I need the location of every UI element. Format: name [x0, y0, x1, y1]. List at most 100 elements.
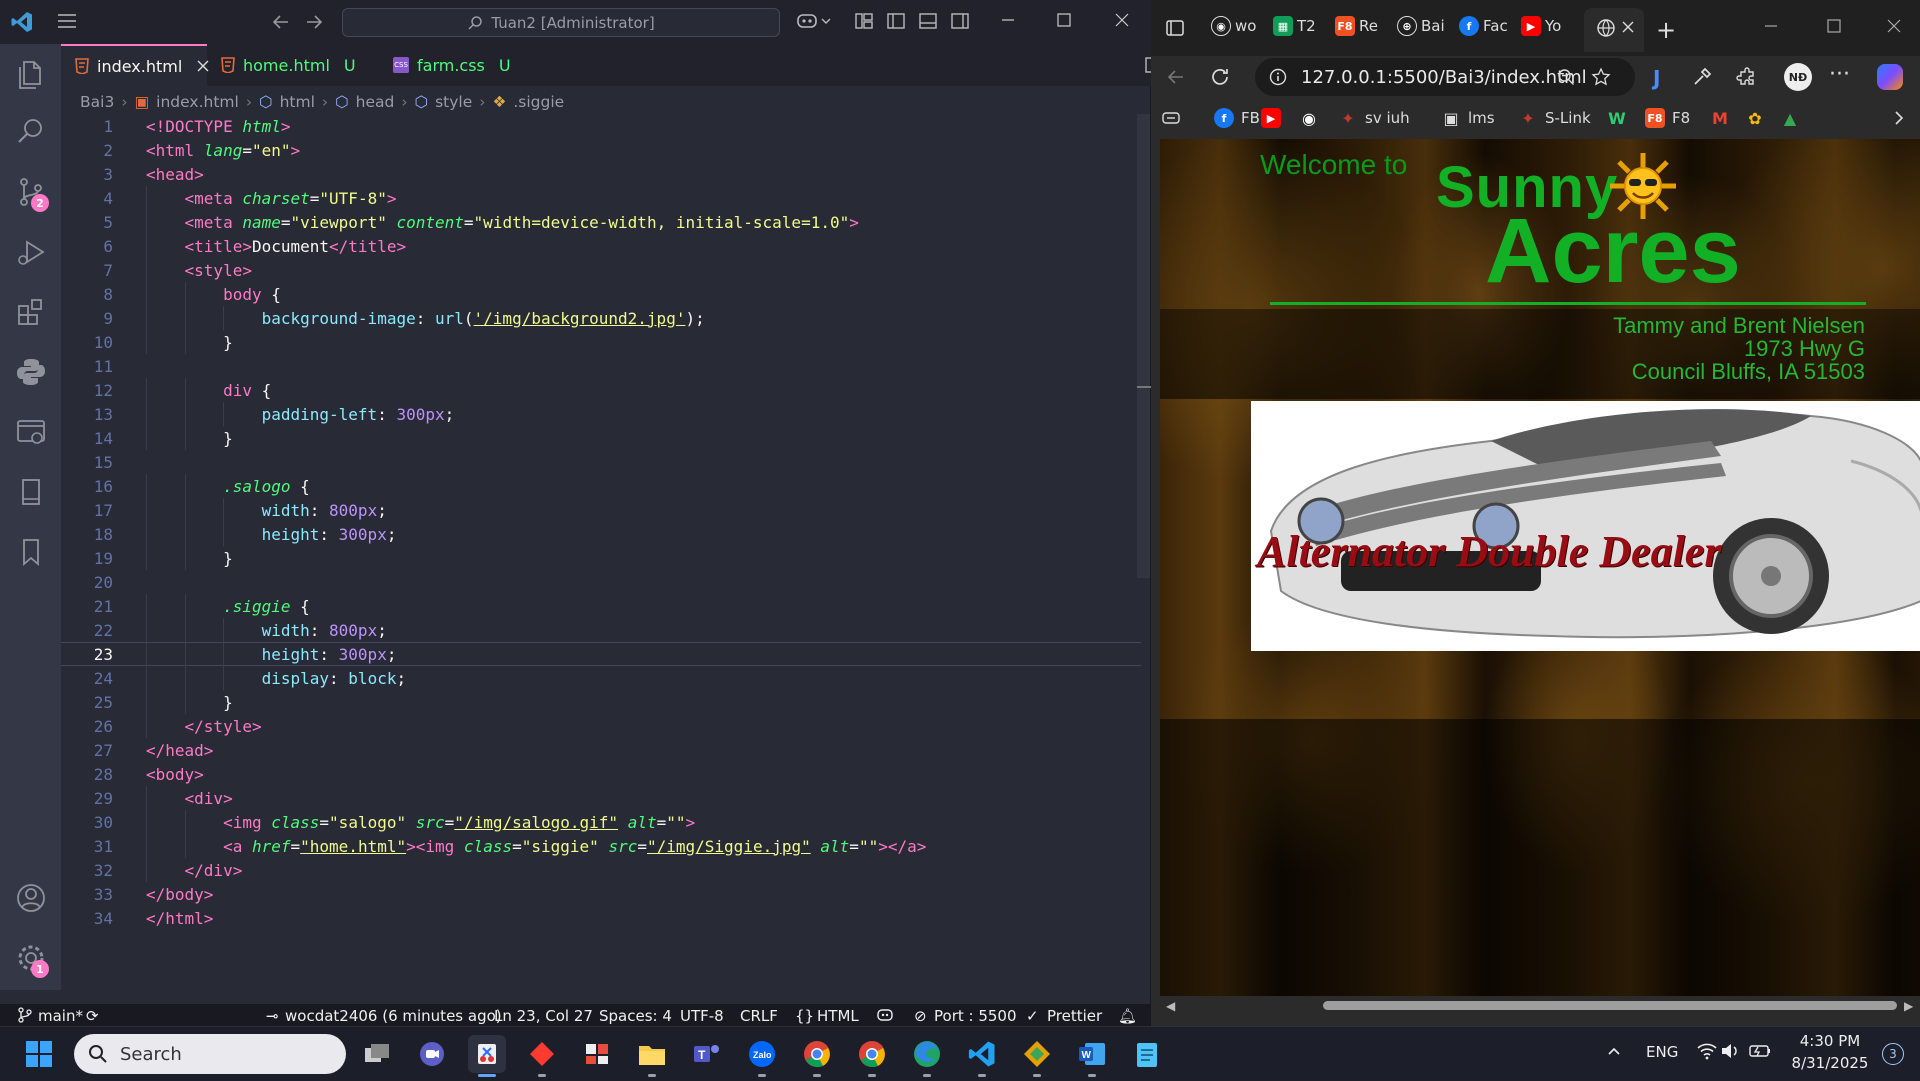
bookmark-item[interactable]: ▣ lms [1441, 108, 1494, 128]
chevron-up-icon[interactable] [1606, 1043, 1622, 1059]
siggie-link-image[interactable]: Alternator Double Dealer [1251, 401, 1920, 651]
close-window-icon[interactable] [1112, 10, 1132, 30]
toggle-panel-icon[interactable] [918, 11, 938, 31]
code-line[interactable]: 29 <div> [61, 786, 1141, 810]
remote-explorer-icon[interactable] [13, 414, 49, 450]
snipping-tool-icon[interactable] [468, 1035, 506, 1077]
horizontal-scrollbar[interactable]: ◀ ▶ [1160, 996, 1920, 1016]
bookmark-icon[interactable] [13, 534, 49, 570]
code-line[interactable]: 18 height: 300px; [61, 522, 1141, 546]
bookmark-item[interactable]: ✦ sv iuh [1338, 108, 1409, 128]
tab-farm-css[interactable]: CSS farm.css U [379, 44, 527, 86]
taskbar-search[interactable]: Search [74, 1034, 346, 1074]
maximize-icon[interactable] [1054, 10, 1074, 30]
nav-forward-icon[interactable] [303, 11, 325, 33]
indentation[interactable]: Spaces: 4 [599, 1007, 672, 1025]
code-line[interactable]: 14 } [61, 426, 1141, 450]
tab-actions-icon[interactable] [1165, 18, 1185, 38]
book-icon[interactable] [13, 474, 49, 510]
code-line[interactable]: 21 .siggie { [61, 594, 1141, 618]
chevron-right-icon[interactable] [1891, 108, 1907, 128]
clock-date[interactable]: 8/31/2025 [1780, 1054, 1880, 1072]
url-text[interactable]: 127.0.0.1:5500/Bai3/index.html [1301, 67, 1587, 88]
code-line[interactable]: 33 </body> [61, 882, 1141, 906]
wifi-icon[interactable] [1696, 1042, 1718, 1060]
chrome-icon[interactable] [798, 1035, 836, 1077]
teams-icon[interactable]: T [688, 1035, 726, 1073]
new-tab-icon[interactable]: + [1656, 16, 1676, 44]
code-line[interactable]: 11 [61, 354, 1141, 378]
code-line[interactable]: 22 width: 800px; [61, 618, 1141, 642]
branch-name[interactable]: main* [38, 1007, 83, 1025]
scroll-thumb[interactable] [1323, 1001, 1897, 1010]
browser-tab[interactable]: F8 Re [1335, 16, 1378, 36]
code-line[interactable]: 2 <html lang="en"> [61, 138, 1141, 162]
sync-icon[interactable]: ⟳ [86, 1007, 99, 1025]
code-line[interactable]: 19 } [61, 546, 1141, 570]
notifications-bell-icon[interactable]: 🔔︎ [1118, 1007, 1137, 1025]
settings-more-icon[interactable]: ··· [1829, 62, 1850, 87]
cursor-position[interactable]: Ln 23, Col 27 [494, 1007, 593, 1025]
bookmark-item[interactable]: M [1710, 108, 1730, 128]
copilot-menu-icon[interactable] [796, 11, 832, 31]
notification-count[interactable]: 3 [1882, 1043, 1904, 1065]
file-explorer-icon[interactable] [633, 1035, 671, 1077]
favorite-star-icon[interactable] [1591, 67, 1611, 87]
python-icon[interactable] [13, 354, 49, 390]
breadcrumb-item[interactable]: index.html [156, 93, 239, 111]
volume-icon[interactable] [1720, 1042, 1740, 1060]
editor-scrollbar[interactable] [1137, 114, 1150, 578]
code-line[interactable]: 15 [61, 450, 1141, 474]
code-line[interactable]: 12 div { [61, 378, 1141, 402]
browser-tab[interactable]: ⊕ Bai [1397, 16, 1445, 36]
vscode-taskbar-icon[interactable] [963, 1035, 1001, 1077]
code-line[interactable]: 27 </head> [61, 738, 1141, 762]
code-line[interactable]: 17 width: 800px; [61, 498, 1141, 522]
battery-icon[interactable] [1748, 1042, 1772, 1060]
bookmark-item[interactable]: ◉ [1299, 108, 1319, 128]
clock-time[interactable]: 4:30 PM [1780, 1032, 1880, 1050]
browser-tab[interactable]: f Fac [1459, 16, 1508, 36]
code-line[interactable]: 13 padding-left: 300px; [61, 402, 1141, 426]
toggle-sidebar-icon[interactable] [886, 11, 906, 31]
zoom-icon[interactable] [1557, 68, 1575, 86]
code-editor[interactable]: 1 <!DOCTYPE html> 2 <html lang="en"> 3 <head>… [61, 114, 1141, 992]
profile-avatar[interactable]: NĐ [1784, 63, 1812, 91]
bookmark-item[interactable]: ▶ [1261, 108, 1281, 128]
code-line[interactable]: 24 display: block; [61, 666, 1141, 690]
search-view-icon[interactable] [13, 114, 49, 150]
scroll-left-icon[interactable]: ◀ [1166, 999, 1175, 1013]
tab-index-html[interactable]: index.html [61, 44, 209, 86]
reload-icon[interactable] [1209, 66, 1231, 88]
browser-maximize-icon[interactable] [1826, 18, 1842, 34]
code-line[interactable]: 6 <title>Document</title> [61, 234, 1141, 258]
tab-home-html[interactable]: home.html U [207, 44, 371, 86]
account-icon[interactable] [13, 880, 49, 916]
code-line[interactable]: 3 <head> [61, 162, 1141, 186]
source-control-icon[interactable]: 2 [13, 174, 49, 212]
settings-gear-icon[interactable]: 1 [13, 940, 49, 978]
bookmark-item[interactable]: ✦ S-Link [1518, 108, 1590, 128]
chrome-profile-icon[interactable] [853, 1035, 891, 1077]
meet-icon[interactable] [413, 1035, 451, 1073]
command-center-search[interactable]: Tuan2 [Administrator] [342, 8, 780, 37]
code-line[interactable]: 10 } [61, 330, 1141, 354]
git-tool-icon[interactable] [1018, 1035, 1056, 1077]
word-icon[interactable]: W [1073, 1035, 1111, 1077]
last-commit[interactable]: wocdat2406 (6 minutes ago) [285, 1007, 502, 1025]
browser-tab[interactable]: ◉ wo [1211, 16, 1256, 36]
language-mode[interactable]: HTML [817, 1007, 859, 1025]
jira-extension-icon[interactable]: J [1653, 66, 1675, 90]
browser-tab[interactable]: ▦ T2 [1273, 16, 1316, 36]
minimize-icon[interactable] [998, 10, 1018, 30]
code-line[interactable]: 8 body { [61, 282, 1141, 306]
code-line[interactable]: 23 height: 300px; [61, 642, 1141, 667]
windows-start-icon[interactable] [20, 1035, 58, 1073]
code-line[interactable]: 1 <!DOCTYPE html> [61, 114, 1141, 138]
reading-list-icon[interactable] [1161, 108, 1181, 128]
bookmark-item[interactable]: f FB [1214, 108, 1260, 128]
breadcrumb-item[interactable]: head [356, 93, 395, 111]
nav-back-icon[interactable] [270, 11, 292, 33]
code-line[interactable]: 4 <meta charset="UTF-8"> [61, 186, 1141, 210]
code-line[interactable]: 32 </div> [61, 858, 1141, 882]
